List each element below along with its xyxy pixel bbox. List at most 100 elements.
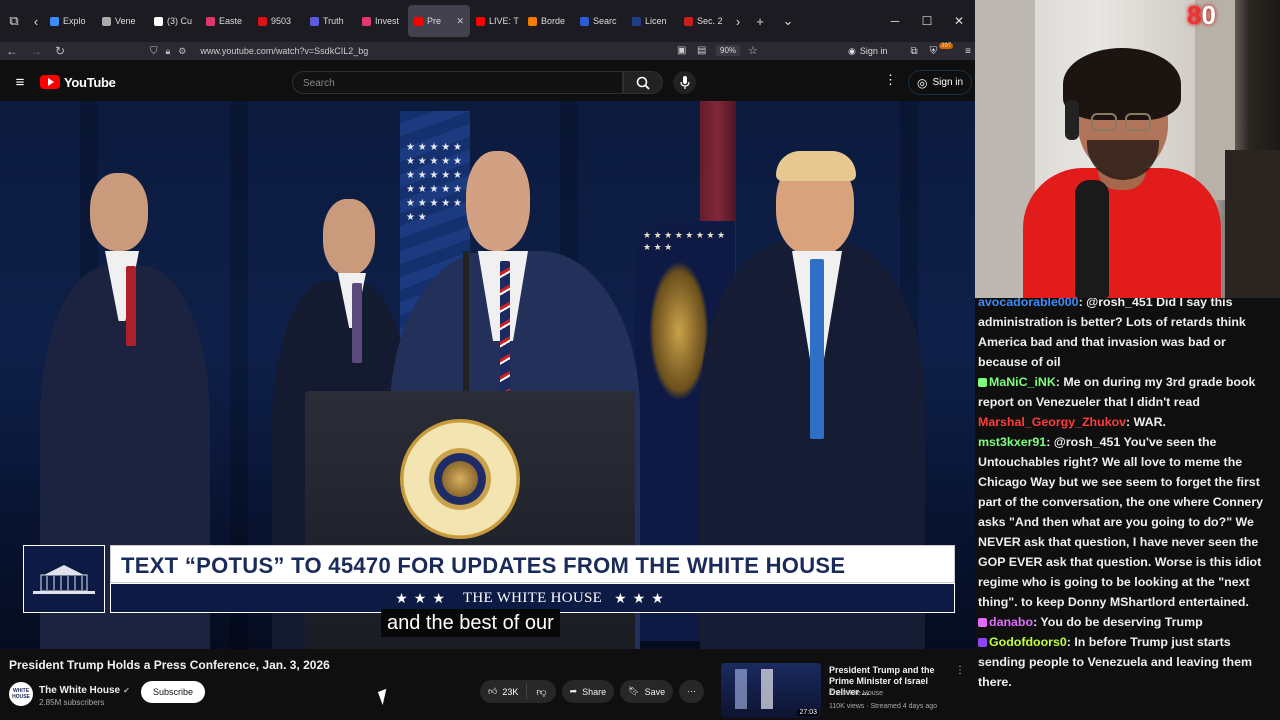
- youtube-logo-text: YouTube: [64, 74, 116, 90]
- tab-10[interactable]: Searc: [574, 5, 626, 37]
- youtube-sign-in-button[interactable]: ◎ Sign in: [908, 70, 973, 95]
- dislike-button[interactable]: 👎︎: [527, 686, 555, 698]
- close-window-icon[interactable]: ✕: [943, 14, 975, 28]
- seal-eagle: [442, 461, 478, 497]
- reload-icon[interactable]: ↻: [48, 44, 72, 58]
- tab-favicon-icon: [258, 16, 267, 26]
- app-menu-icon[interactable]: ≡: [965, 46, 971, 57]
- user-circle-icon: ◎: [917, 75, 928, 90]
- tab-1[interactable]: Vene: [96, 5, 148, 37]
- tab-overview-icon[interactable]: ⧉: [0, 7, 28, 35]
- person-second-tie: [352, 283, 362, 363]
- thumbnail-flag: [761, 669, 773, 709]
- tab-scroll-left-icon[interactable]: ‹: [28, 7, 44, 35]
- guide-menu-icon[interactable]: ≡: [0, 74, 40, 91]
- chat-text: : You do be deserving Trump: [1033, 615, 1203, 629]
- recommended-more-icon[interactable]: ⋮: [955, 665, 965, 676]
- search-button[interactable]: [623, 71, 663, 94]
- url-text[interactable]: www.youtube.com/watch?v=SsdkCIL2_bg: [200, 46, 368, 56]
- minimize-icon[interactable]: ─: [879, 14, 911, 28]
- back-icon[interactable]: ←: [0, 44, 24, 58]
- presidential-seal: [400, 419, 520, 539]
- tab-12[interactable]: Sec. 2: [678, 5, 730, 37]
- reader-icon[interactable]: ▤: [697, 45, 706, 56]
- chat-username[interactable]: Marshal_Georgy_Zhukov: [978, 415, 1126, 429]
- share-arrow-icon: ➦: [569, 686, 578, 696]
- voice-search-button[interactable]: [673, 71, 696, 94]
- closed-caption: and the best of our: [381, 609, 560, 637]
- youtube-sign-in-label: Sign in: [932, 77, 964, 88]
- tab-label: Explo: [63, 16, 86, 26]
- lower-third-stars-right: ★★★: [614, 589, 670, 606]
- chat-username[interactable]: MaNiC_iNK: [989, 375, 1056, 389]
- shield-icon[interactable]: ⛉: [150, 46, 158, 57]
- forward-icon[interactable]: →: [24, 44, 48, 58]
- white-house-building-icon: [33, 565, 95, 594]
- video-actions: 👍︎ 23K 👎︎ ➦ Share 🔖︎ Save ⋯: [480, 680, 705, 703]
- chat-message: danabo: You do be deserving Trump: [978, 612, 1276, 632]
- video-player[interactable]: ★ ★ ★ ★ ★ ★ ★ ★ ★ ★ ★ ★ ★ ★ ★ ★ ★ ★ ★ ★ …: [0, 101, 975, 649]
- pip-icon[interactable]: ▣: [677, 45, 686, 56]
- address-bar[interactable]: ⛉ 🔒︎ ⚙ www.youtube.com/watch?v=SsdkCIL2_…: [150, 42, 368, 60]
- mouse-cursor: [377, 688, 392, 706]
- chat-message: mst3kxer91: @rosh_451 You've seen the Un…: [978, 432, 1276, 612]
- settings-kebab-icon[interactable]: ⋮: [884, 72, 897, 88]
- tab-7[interactable]: Pre ✕: [408, 5, 470, 37]
- white-house-logo-box: [23, 545, 105, 613]
- youtube-logo[interactable]: YouTube: [40, 75, 116, 90]
- new-tab-icon[interactable]: +: [746, 7, 774, 35]
- like-button[interactable]: 👍︎ 23K: [480, 684, 528, 699]
- youtube-header: ≡ YouTube Search ⋮ ◎ Sign in: [0, 62, 975, 102]
- tab-5[interactable]: Truth: [304, 5, 356, 37]
- more-horizontal-icon: ⋯: [687, 686, 697, 696]
- chat-username[interactable]: mst3kxer91: [978, 435, 1046, 449]
- browser-account-button[interactable]: ◉ Sign in: [848, 42, 887, 60]
- tab-4[interactable]: 9503: [252, 5, 304, 37]
- recommended-video[interactable]: 27:03 President Trump and the Prime Mini…: [721, 663, 971, 720]
- search-input[interactable]: Search: [292, 71, 623, 94]
- tab-8[interactable]: LIVE: T: [470, 5, 522, 37]
- bookmark-star-icon[interactable]: ☆: [748, 44, 758, 57]
- tab-6[interactable]: Invest: [356, 5, 408, 37]
- subscribe-button[interactable]: Subscribe: [141, 681, 206, 703]
- thumbs-up-icon: 👍︎: [488, 686, 498, 696]
- chat-username[interactable]: danabo: [989, 615, 1033, 629]
- share-button[interactable]: ➦ Share: [561, 680, 615, 703]
- more-actions-button[interactable]: ⋯: [679, 680, 705, 703]
- lock-icon[interactable]: 🔒︎: [166, 46, 171, 57]
- channel-name[interactable]: The White House: [39, 685, 120, 696]
- tab-2[interactable]: (3) Cu: [148, 5, 200, 37]
- share-label: Share: [582, 686, 607, 697]
- recommended-thumbnail[interactable]: 27:03: [721, 663, 821, 718]
- microphone-stand: [1075, 180, 1109, 298]
- save-button[interactable]: 🔖︎ Save: [620, 680, 674, 703]
- tab-9[interactable]: Borde: [522, 5, 574, 37]
- extension-shield-icon[interactable]: ⛨: [930, 46, 938, 57]
- tab-scroll-right-icon[interactable]: ›: [730, 7, 746, 35]
- tab-11[interactable]: Licen: [626, 5, 678, 37]
- tab-list-dropdown-icon[interactable]: ⌄: [774, 7, 802, 35]
- close-tab-icon[interactable]: ✕: [456, 16, 464, 27]
- channel-avatar[interactable]: WHITE HOUSE: [9, 681, 33, 706]
- person-speaker-head: [466, 151, 530, 251]
- glasses-right: [1125, 113, 1151, 131]
- navigation-bar: ← → ↻ ⛉ 🔒︎ ⚙ www.youtube.com/watch?v=Ssd…: [0, 42, 975, 60]
- recommended-duration: 27:03: [797, 709, 819, 716]
- chat-text: : WAR.: [1126, 415, 1166, 429]
- tab-0[interactable]: Explo: [44, 5, 96, 37]
- zoom-level[interactable]: 90%: [716, 45, 741, 56]
- extensions-icon[interactable]: ⧉: [911, 46, 918, 57]
- tab-favicon-icon: [580, 16, 589, 26]
- recommended-channel[interactable]: The White House: [829, 690, 883, 697]
- tab-label: Searc: [593, 16, 617, 26]
- chat-badge-icon: [978, 618, 987, 627]
- tab-3[interactable]: Easte: [200, 5, 252, 37]
- video-title: President Trump Holds a Press Conference…: [9, 658, 330, 672]
- lower-third-text: TEXT “POTUS” TO 45470 FOR UPDATES FROM T…: [110, 545, 955, 583]
- permissions-icon[interactable]: ⚙: [178, 46, 186, 57]
- overlay-counter-value: 0: [1201, 0, 1216, 30]
- microphone-icon: [679, 75, 690, 89]
- chat-username[interactable]: Godofdoors0: [989, 635, 1067, 649]
- maximize-icon[interactable]: ☐: [911, 14, 943, 28]
- chat-username[interactable]: avocadorable000: [978, 298, 1079, 309]
